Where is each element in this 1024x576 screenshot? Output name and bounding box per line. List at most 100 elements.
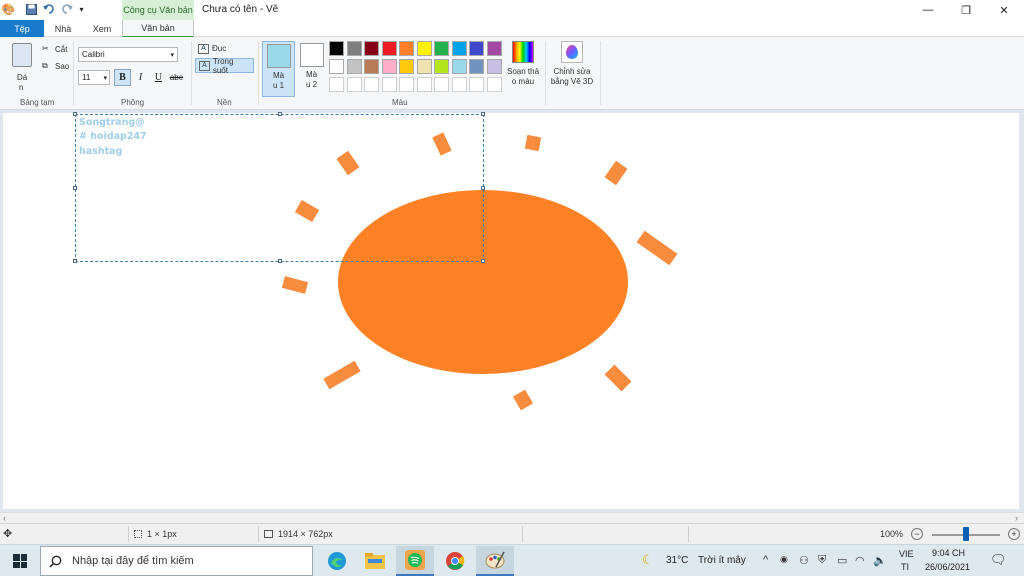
tab-file[interactable]: Tệp: [0, 20, 44, 37]
language-indicator[interactable]: VIE: [899, 549, 914, 559]
taskbar-search[interactable]: Nhập tại đây để tìm kiếm: [40, 546, 313, 576]
scroll-left-icon[interactable]: ‹: [3, 513, 6, 523]
color2-button[interactable]: Mà u 2: [295, 41, 328, 97]
weather-description[interactable]: Trời ít mây: [698, 555, 746, 566]
tab-home[interactable]: Nhà: [44, 20, 82, 37]
save-icon[interactable]: [25, 3, 38, 16]
tab-view[interactable]: Xem: [82, 20, 122, 37]
resize-handle[interactable]: [278, 259, 282, 263]
color-swatch[interactable]: [381, 77, 397, 92]
scroll-right-icon[interactable]: ›: [1015, 513, 1018, 523]
color-swatch[interactable]: [329, 59, 344, 74]
resize-handle[interactable]: [73, 112, 77, 116]
zoom-slider-thumb[interactable]: [963, 527, 969, 541]
start-button[interactable]: [0, 545, 40, 576]
volume-icon[interactable]: 🔈: [873, 554, 887, 567]
zalo-icon[interactable]: ◉: [780, 554, 788, 565]
language-indicator-sub[interactable]: TI: [901, 562, 909, 572]
resize-handle[interactable]: [73, 186, 77, 190]
cut-icon[interactable]: ✂: [42, 44, 49, 53]
redo-icon[interactable]: [60, 3, 73, 16]
close-button[interactable]: ✕: [986, 0, 1022, 20]
text-line[interactable]: Songtrang@: [79, 117, 145, 128]
color-swatch[interactable]: [434, 59, 449, 74]
color-swatch[interactable]: [469, 59, 484, 74]
clock-time[interactable]: 9:04 CH: [932, 548, 965, 558]
zoom-in-button[interactable]: +: [1008, 528, 1020, 540]
bold-button[interactable]: B: [114, 69, 131, 86]
color-swatch[interactable]: [451, 41, 467, 56]
paste-label-wrap[interactable]: n: [19, 83, 23, 92]
spotify-app-icon[interactable]: [396, 546, 434, 576]
color1-button[interactable]: Mà u 1: [262, 41, 295, 97]
tab-text[interactable]: Văn bản: [122, 20, 194, 38]
text-box[interactable]: Songtrang@ # hoidap247 hashtag: [73, 112, 485, 263]
chrome-app-icon[interactable]: [436, 546, 474, 576]
text-line[interactable]: hashtag: [79, 146, 122, 157]
resize-handle[interactable]: [73, 259, 77, 263]
network-icon[interactable]: ⚇: [799, 554, 809, 567]
drawing-canvas[interactable]: Songtrang@ # hoidap247 hashtag: [3, 112, 1019, 509]
font-size-select[interactable]: 11 ▾: [78, 70, 110, 85]
weather-moon-icon[interactable]: ☾: [642, 552, 654, 568]
color-swatch[interactable]: [329, 41, 344, 56]
paste-icon[interactable]: [12, 43, 32, 67]
minimize-button[interactable]: —: [910, 0, 946, 20]
strikethrough-button[interactable]: abe: [168, 69, 185, 86]
color-swatch[interactable]: [434, 77, 449, 92]
file-explorer-icon[interactable]: [356, 546, 394, 576]
color-swatch[interactable]: [416, 41, 432, 56]
color-swatch[interactable]: [469, 41, 484, 56]
color-swatch[interactable]: [399, 41, 414, 56]
paste-label[interactable]: Dá: [17, 73, 27, 82]
color-swatch[interactable]: [346, 77, 362, 92]
cut-label[interactable]: Cắt: [55, 45, 67, 54]
weather-temp[interactable]: 31°C: [666, 555, 688, 566]
color-swatch[interactable]: [416, 77, 432, 92]
font-family-select[interactable]: Calibri ▾: [78, 47, 178, 62]
italic-button[interactable]: I: [132, 69, 149, 86]
resize-handle[interactable]: [481, 112, 485, 116]
color-swatch[interactable]: [451, 59, 467, 74]
color-swatch[interactable]: [469, 77, 484, 92]
color-swatch[interactable]: [364, 59, 379, 74]
clock-date[interactable]: 26/06/2021: [925, 562, 970, 572]
edit-colors-button[interactable]: Soạn thả o màu: [503, 41, 543, 87]
color-swatch[interactable]: [416, 59, 432, 74]
resize-handle[interactable]: [481, 259, 485, 263]
resize-handle[interactable]: [278, 112, 282, 116]
color-swatch[interactable]: [381, 59, 397, 74]
copy-label[interactable]: Sao: [55, 62, 69, 71]
chevron-up-icon[interactable]: ^: [763, 554, 768, 566]
customize-quick-access-icon[interactable]: ▾: [75, 3, 88, 16]
color-swatch[interactable]: [329, 77, 344, 92]
paint-app-icon[interactable]: 🎨: [2, 3, 16, 16]
color-swatch[interactable]: [346, 59, 362, 74]
color-swatch[interactable]: [364, 77, 379, 92]
paint-app-icon[interactable]: [476, 546, 514, 576]
zoom-out-button[interactable]: −: [911, 528, 923, 540]
notification-icon[interactable]: 🗨: [990, 552, 1007, 568]
horizontal-scrollbar[interactable]: ‹ ›: [0, 512, 1024, 523]
text-line[interactable]: # hoidap247: [79, 131, 147, 142]
resize-handle[interactable]: [481, 186, 485, 190]
edge-app-icon[interactable]: [318, 546, 356, 576]
color-swatch[interactable]: [399, 77, 414, 92]
color-swatch[interactable]: [346, 41, 362, 56]
background-opaque-option[interactable]: A Đục: [195, 41, 229, 56]
color-swatch[interactable]: [399, 59, 414, 74]
background-transparent-option[interactable]: A Trong suốt: [195, 57, 254, 75]
color-swatch[interactable]: [364, 41, 379, 56]
undo-icon[interactable]: [42, 3, 55, 16]
wifi-icon[interactable]: ◠: [855, 554, 865, 567]
battery-icon[interactable]: ▭: [837, 554, 847, 567]
maximize-button[interactable]: ❐: [948, 0, 984, 20]
security-shield-icon[interactable]: ⛨: [818, 554, 826, 567]
color-swatch[interactable]: [486, 41, 502, 56]
copy-icon[interactable]: ⧉: [42, 61, 48, 71]
color-swatch[interactable]: [451, 77, 467, 92]
edit-with-paint3d-button[interactable]: Chỉnh sửa bằng Vẽ 3D: [548, 41, 596, 87]
color-swatch[interactable]: [486, 59, 502, 74]
color-swatch[interactable]: [486, 77, 502, 92]
underline-button[interactable]: U: [150, 69, 167, 86]
